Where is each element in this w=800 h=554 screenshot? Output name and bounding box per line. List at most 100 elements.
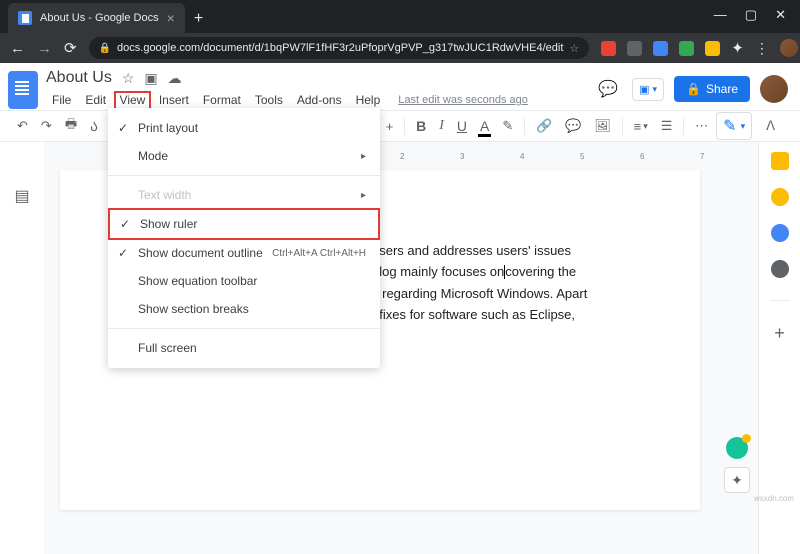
separator: [770, 300, 790, 301]
toolbar-separator: [622, 117, 623, 135]
ext-icon-5[interactable]: [705, 41, 720, 56]
ext-icon-4[interactable]: [679, 41, 694, 56]
star-doc-icon[interactable]: ☆: [122, 70, 135, 87]
font-inc-icon[interactable]: +: [381, 115, 399, 138]
menu-show-outline[interactable]: Show document outlineCtrl+Alt+A Ctrl+Alt…: [108, 239, 380, 267]
tasks-icon[interactable]: [771, 224, 789, 242]
menu-print-layout[interactable]: Print layout: [108, 114, 380, 142]
left-rail: ▤: [0, 142, 44, 554]
toolbar-separator: [404, 117, 405, 135]
menu-addons[interactable]: Add-ons: [291, 90, 348, 110]
menu-text-width[interactable]: Text width: [108, 181, 380, 209]
chevron-down-icon: ▾: [652, 84, 657, 95]
ruler-tick: 5: [580, 152, 584, 161]
share-button[interactable]: 🔒 Share: [674, 76, 750, 102]
ext-icon-3[interactable]: [653, 41, 668, 56]
spellcheck-icon[interactable]: Ა: [85, 113, 103, 139]
doc-text: covering the: [505, 264, 576, 279]
editing-mode-button[interactable]: ✎ ▾: [716, 112, 752, 140]
menu-insert[interactable]: Insert: [153, 90, 195, 110]
insert-image-icon[interactable]: 🖼: [589, 114, 616, 138]
maximize-icon[interactable]: ▢: [745, 7, 757, 23]
more-tools-icon[interactable]: ⋯: [690, 114, 713, 138]
bold-button[interactable]: B: [411, 114, 431, 138]
lock-share-icon: 🔒: [686, 82, 701, 96]
meet-icon: ▣: [639, 83, 649, 96]
insert-link-icon[interactable]: 🔗: [531, 114, 557, 138]
ext-icon-2[interactable]: [627, 41, 642, 56]
address-bar: ← → ⟳ 🔒 docs.google.com/document/d/1bqPW…: [0, 33, 800, 63]
add-addon-icon[interactable]: +: [774, 323, 785, 344]
share-label: Share: [706, 82, 738, 96]
back-icon[interactable]: ←: [10, 40, 25, 57]
ruler-tick: 4: [520, 152, 524, 161]
url-text: docs.google.com/document/d/1bqPW7lF1fHF3…: [117, 42, 563, 54]
menu-edit[interactable]: Edit: [79, 90, 112, 110]
highlight-icon[interactable]: ✎: [497, 114, 518, 138]
menu-separator: [108, 328, 380, 329]
doc-text: blog mainly focuses on: [372, 264, 504, 279]
menu-show-section-breaks[interactable]: Show section breaks: [108, 295, 380, 323]
comment-history-icon[interactable]: 💬: [594, 75, 622, 103]
underline-button[interactable]: U: [452, 114, 472, 138]
italic-button[interactable]: I: [434, 114, 449, 138]
docs-logo-icon[interactable]: [8, 71, 38, 109]
right-side-panel: +: [758, 142, 800, 554]
calendar-icon[interactable]: [771, 152, 789, 170]
view-dropdown-menu: Print layout Mode Text width Show ruler …: [108, 108, 380, 368]
browser-avatar[interactable]: [780, 39, 798, 57]
undo-icon[interactable]: ↶: [12, 114, 33, 138]
menu-view[interactable]: View: [114, 91, 151, 110]
url-field[interactable]: 🔒 docs.google.com/document/d/1bqPW7lF1fH…: [89, 37, 590, 59]
window-controls: — ▢ ✕: [714, 7, 800, 33]
cloud-status-icon[interactable]: ☁: [168, 70, 182, 87]
redo-icon[interactable]: ↷: [36, 114, 57, 138]
menu-mode[interactable]: Mode: [108, 142, 380, 170]
print-icon[interactable]: 🖶: [60, 111, 82, 141]
collapse-toolbar-icon[interactable]: ᐱ: [761, 114, 780, 138]
move-doc-icon[interactable]: ▣: [144, 70, 157, 87]
menu-help[interactable]: Help: [350, 90, 387, 110]
doc-text: t fixes for software such as Eclipse,: [372, 307, 575, 322]
ext-icon-1[interactable]: [601, 41, 616, 56]
ruler-tick: 6: [640, 152, 644, 161]
floating-controls: ✦: [724, 437, 750, 493]
ruler-tick: 7: [700, 152, 704, 161]
lock-icon: 🔒: [99, 43, 111, 54]
align-icon[interactable]: ≡▾: [629, 115, 653, 138]
menu-show-equation-toolbar[interactable]: Show equation toolbar: [108, 267, 380, 295]
outline-icon[interactable]: ▤: [14, 186, 29, 206]
star-icon[interactable]: ☆: [569, 42, 579, 55]
menu-tools[interactable]: Tools: [249, 90, 289, 110]
reload-icon[interactable]: ⟳: [64, 39, 77, 57]
watermark: wsxdn.com: [754, 494, 794, 503]
browser-tab[interactable]: About Us - Google Docs ×: [8, 3, 185, 33]
add-comment-icon[interactable]: 💬: [560, 114, 586, 138]
doc-text: s regarding Microsoft Windows. Apart: [372, 286, 587, 301]
menu-format[interactable]: Format: [197, 90, 247, 110]
explore-button[interactable]: ✦: [724, 467, 750, 493]
forward-icon[interactable]: →: [37, 40, 52, 57]
ruler-tick: 3: [460, 152, 464, 161]
menu-dots-icon[interactable]: ⋮: [755, 40, 769, 57]
close-window-icon[interactable]: ✕: [775, 7, 786, 23]
keep-icon[interactable]: [771, 188, 789, 206]
close-tab-icon[interactable]: ×: [167, 10, 175, 26]
menu-file[interactable]: File: [46, 90, 77, 110]
profile-avatar[interactable]: [760, 75, 788, 103]
tab-title: About Us - Google Docs: [40, 12, 159, 24]
extensions-icon[interactable]: ✦: [731, 39, 744, 57]
menu-show-ruler[interactable]: Show ruler: [108, 208, 380, 240]
line-spacing-icon[interactable]: ☰: [656, 114, 678, 138]
grammarly-icon[interactable]: [726, 437, 748, 459]
text-color-button[interactable]: A: [475, 114, 494, 138]
extension-icons: ✦ ⋮: [601, 39, 798, 57]
menu-full-screen[interactable]: Full screen: [108, 334, 380, 362]
chevron-down-icon: ▾: [741, 121, 746, 132]
contacts-icon[interactable]: [771, 260, 789, 278]
minimize-icon[interactable]: —: [714, 7, 727, 23]
last-edit-label[interactable]: Last edit was seconds ago: [398, 94, 528, 106]
new-tab-button[interactable]: +: [185, 5, 212, 33]
document-title[interactable]: About Us: [46, 69, 112, 87]
meet-button[interactable]: ▣ ▾: [632, 78, 664, 101]
